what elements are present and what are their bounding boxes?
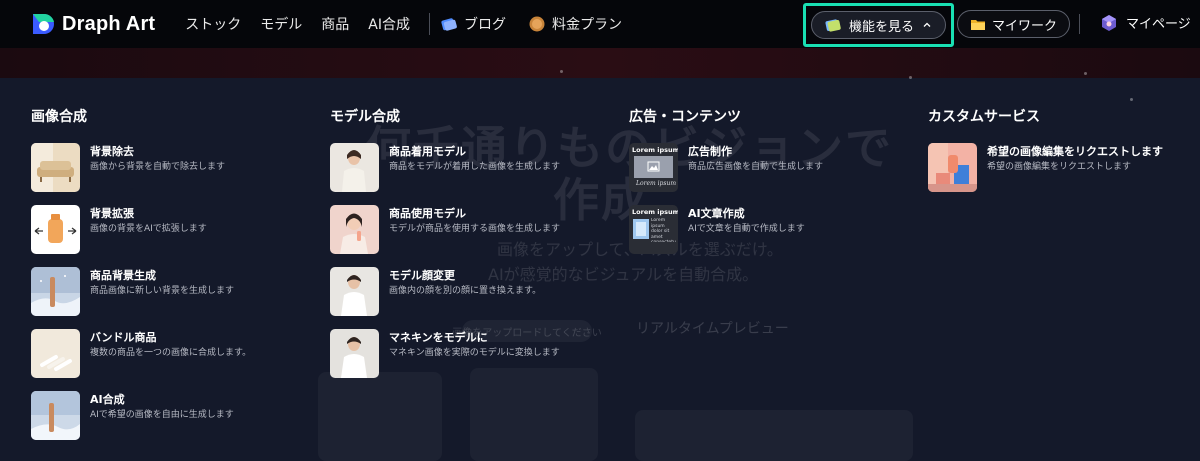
star-dot: [1084, 72, 1087, 75]
menu-item-ai-composite[interactable]: AI合成 AIで希望の画像を自由に生成します: [31, 391, 251, 453]
menu-item-desc: 商品画像に新しい背景を生成します: [90, 286, 235, 296]
user-cube-icon: [1100, 14, 1118, 32]
menu-item-title: マネキンをモデルに: [389, 331, 488, 344]
nav-pricing[interactable]: 料金プラン: [528, 14, 622, 34]
menu-item-desc: 画像から背景を自動で除去します: [90, 162, 226, 172]
column-title: 広告・コンテンツ: [629, 109, 741, 125]
nav-pricing-label: 料金プラン: [552, 17, 623, 33]
menu-item-product-background[interactable]: 商品背景生成 商品画像に新しい背景を生成します: [31, 267, 251, 329]
draph-logo-icon: [30, 11, 56, 37]
menu-item-custom-request[interactable]: 希望の画像編集をリクエストします 希望の画像編集をリクエストします: [928, 143, 1163, 205]
menu-item-title: 希望の画像編集をリクエストします: [987, 145, 1163, 158]
nav-divider: [1079, 14, 1080, 34]
mypage-label: マイページ: [1126, 17, 1191, 32]
blog-icon: [440, 15, 458, 33]
features-button-highlight: 機能を見る: [803, 3, 954, 47]
thumb-body: Lorem ipsum dolor sit amet consectetur a…: [651, 218, 676, 242]
menu-item-title: 商品着用モデル: [389, 145, 466, 158]
bundle-thumbnail-icon: [31, 329, 80, 378]
mywork-button[interactable]: マイワーク: [957, 10, 1070, 38]
menu-item-title: 商品使用モデル: [389, 207, 466, 220]
bottle-expand-thumbnail-icon: [31, 205, 80, 254]
menu-item-title: バンドル商品: [90, 331, 157, 344]
mywork-label: マイワーク: [991, 18, 1057, 34]
nav-blog[interactable]: ブログ: [440, 14, 506, 34]
face-swap-thumbnail-icon: [330, 267, 379, 316]
menu-item-title: AI文章作成: [688, 207, 745, 220]
chevron-up-icon: [922, 20, 932, 30]
main-nav: ストック モデル 商品 AI合成 ブログ 料金プラン: [185, 13, 644, 35]
menu-item-desc: 複数の商品を一つの画像に合成します。: [90, 348, 252, 358]
menu-item-title: モデル顔変更: [389, 269, 455, 282]
menu-item-model-wearing[interactable]: 商品着用モデル 商品をモデルが着用した画像を生成します: [330, 143, 560, 205]
column-title: カスタムサービス: [928, 109, 1040, 125]
mypage-link[interactable]: マイページ: [1100, 13, 1191, 32]
nav-product[interactable]: 商品: [321, 14, 349, 34]
menu-item-desc: AIで文章を自動で作成します: [688, 224, 805, 234]
menu-item-title: 商品背景生成: [90, 269, 156, 282]
nav-ai-composite[interactable]: AI合成: [368, 14, 410, 34]
menu-item-desc: 画像の背景をAIで拡張します: [90, 224, 207, 234]
star-dot: [909, 76, 912, 79]
menu-item-title: 背景除去: [90, 145, 134, 158]
copywriting-thumbnail-icon: Lorem ipsum Lorem ipsum dolor sit amet c…: [629, 205, 678, 254]
brand-logo[interactable]: Draph Art: [30, 11, 155, 37]
star-dot: [1130, 98, 1133, 101]
thumb-script: Lorem ipsum: [636, 180, 677, 187]
menu-item-desc: マネキン画像を実際のモデルに変換します: [389, 348, 560, 358]
mannequin-thumbnail-icon: [330, 329, 379, 378]
sofa-thumbnail-icon: [31, 143, 80, 192]
menu-column-custom-service: カスタムサービス 希望の画像編集をリクエストします 希望の画像編集をリクエストし…: [928, 106, 1163, 205]
menu-item-model-using[interactable]: 商品使用モデル モデルが商品を使用する画像を生成します: [330, 205, 560, 267]
menu-item-desc: 商品広告画像を自動で生成します: [688, 162, 824, 172]
coin-icon: [528, 15, 546, 33]
menu-item-desc: 商品をモデルが着用した画像を生成します: [389, 162, 561, 172]
custom-service-thumbnail-icon: [928, 143, 977, 192]
hero-banner-strip: [0, 48, 1200, 78]
ai-composite-thumbnail-icon: [31, 391, 80, 440]
nav-blog-label: ブログ: [464, 17, 507, 33]
menu-item-ad-creation[interactable]: Lorem ipsum Lorem ipsum 広告制作 商品広告画像を自動で生…: [629, 143, 823, 205]
menu-item-face-swap[interactable]: モデル顔変更 画像内の顔を別の顔に置き換えます。: [330, 267, 560, 329]
menu-item-bundle[interactable]: バンドル商品 複数の商品を一つの画像に合成します。: [31, 329, 251, 391]
ad-thumbnail-icon: Lorem ipsum Lorem ipsum: [629, 143, 678, 192]
menu-item-desc: 希望の画像編集をリクエストします: [987, 162, 1132, 172]
column-title: 画像合成: [31, 109, 87, 125]
thumb-heading: Lorem ipsum: [632, 146, 678, 154]
menu-item-desc: AIで希望の画像を自由に生成します: [90, 410, 234, 420]
folder-icon: [970, 17, 986, 31]
nav-divider: [429, 13, 431, 35]
model-wearing-thumbnail-icon: [330, 143, 379, 192]
menu-item-title: AI合成: [90, 393, 125, 406]
menu-item-mannequin-to-model[interactable]: マネキンをモデルに マネキン画像を実際のモデルに変換します: [330, 329, 560, 391]
brand-name: Draph Art: [62, 12, 156, 35]
features-icon: [825, 17, 841, 33]
features-button[interactable]: 機能を見る: [811, 11, 946, 39]
menu-item-desc: 画像内の顔を別の顔に置き換えます。: [389, 286, 542, 296]
star-dot: [560, 70, 563, 73]
features-button-label: 機能を見る: [848, 19, 914, 35]
thumb-heading: Lorem ipsum: [632, 208, 678, 216]
winter-product-thumbnail-icon: [31, 267, 80, 316]
model-using-thumbnail-icon: [330, 205, 379, 254]
realtime-preview-label: リアルタイムプレビュー: [636, 321, 789, 337]
menu-column-image-composite: 画像合成 背景除去 画像から背景を自動で除去します 背景拡張 画像の背景をAIで…: [31, 106, 251, 453]
menu-column-model-composite: モデル合成 商品着用モデル 商品をモデルが着用した画像を生成します 商品使用モデ…: [330, 106, 560, 391]
menu-item-background-expand[interactable]: 背景拡張 画像の背景をAIで拡張します: [31, 205, 251, 267]
nav-stock[interactable]: ストック: [185, 14, 241, 34]
column-title: モデル合成: [330, 109, 400, 125]
menu-column-ads-content: 広告・コンテンツ Lorem ipsum Lorem ipsum 広告制作 商品…: [629, 106, 823, 267]
menu-item-background-removal[interactable]: 背景除去 画像から背景を自動で除去します: [31, 143, 251, 205]
menu-item-ai-copywriting[interactable]: Lorem ipsum Lorem ipsum dolor sit amet c…: [629, 205, 823, 267]
nav-model[interactable]: モデル: [260, 14, 302, 34]
menu-item-title: 背景拡張: [90, 207, 134, 220]
menu-item-desc: モデルが商品を使用する画像を生成します: [389, 224, 561, 234]
preview-panel: [635, 410, 913, 461]
menu-item-title: 広告制作: [688, 145, 732, 158]
